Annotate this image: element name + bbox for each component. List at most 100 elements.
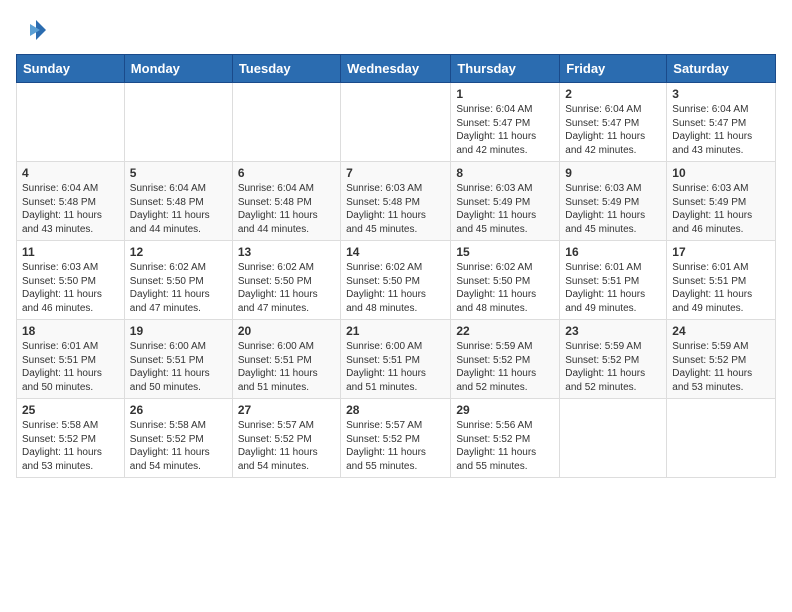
day-number: 15 <box>456 245 554 259</box>
day-info: Sunrise: 6:02 AM Sunset: 5:50 PM Dayligh… <box>238 261 335 315</box>
logo <box>16 16 50 46</box>
calendar-cell: 20 Sunrise: 6:00 AM Sunset: 5:51 PM Dayli… <box>232 320 340 399</box>
calendar-cell: 11 Sunrise: 6:03 AM Sunset: 5:50 PM Dayli… <box>17 241 125 320</box>
day-info: Sunrise: 5:57 AM Sunset: 5:52 PM Dayligh… <box>238 419 335 473</box>
calendar-cell: 18Sunrise: 6:01 AM Sunset: 5:51 PM Dayli… <box>17 320 125 399</box>
day-number: 9 <box>565 166 661 180</box>
calendar-cell: 6 Sunrise: 6:04 AM Sunset: 5:48 PM Daylig… <box>232 162 340 241</box>
calendar-cell: 19 Sunrise: 6:00 AM Sunset: 5:51 PM Dayli… <box>124 320 232 399</box>
calendar-week-3: 18Sunrise: 6:01 AM Sunset: 5:51 PM Dayli… <box>17 320 776 399</box>
calendar-cell: 8 Sunrise: 6:03 AM Sunset: 5:49 PM Daylig… <box>451 162 560 241</box>
day-number: 8 <box>456 166 554 180</box>
day-info: Sunrise: 6:03 AM Sunset: 5:49 PM Dayligh… <box>456 182 554 236</box>
day-number: 18 <box>22 324 119 338</box>
header-friday: Friday <box>560 55 667 83</box>
calendar-cell: 29 Sunrise: 5:56 AM Sunset: 5:52 PM Dayli… <box>451 399 560 478</box>
calendar-cell <box>232 83 340 162</box>
day-number: 22 <box>456 324 554 338</box>
header-wednesday: Wednesday <box>341 55 451 83</box>
calendar-cell: 2 Sunrise: 6:04 AM Sunset: 5:47 PM Daylig… <box>560 83 667 162</box>
calendar-header-row: SundayMondayTuesdayWednesdayThursdayFrid… <box>17 55 776 83</box>
day-info: Sunrise: 6:04 AM Sunset: 5:48 PM Dayligh… <box>130 182 227 236</box>
day-number: 28 <box>346 403 445 417</box>
header <box>16 16 776 46</box>
calendar-cell: 7 Sunrise: 6:03 AM Sunset: 5:48 PM Daylig… <box>341 162 451 241</box>
day-number: 5 <box>130 166 227 180</box>
calendar-cell <box>560 399 667 478</box>
calendar-cell: 27 Sunrise: 5:57 AM Sunset: 5:52 PM Dayli… <box>232 399 340 478</box>
day-number: 20 <box>238 324 335 338</box>
day-number: 3 <box>672 87 770 101</box>
calendar-cell: 22 Sunrise: 5:59 AM Sunset: 5:52 PM Dayli… <box>451 320 560 399</box>
calendar-week-1: 4Sunrise: 6:04 AM Sunset: 5:48 PM Daylig… <box>17 162 776 241</box>
calendar-cell: 24 Sunrise: 5:59 AM Sunset: 5:52 PM Dayli… <box>667 320 776 399</box>
calendar-cell <box>341 83 451 162</box>
calendar-cell: 3 Sunrise: 6:04 AM Sunset: 5:47 PM Daylig… <box>667 83 776 162</box>
day-info: Sunrise: 5:59 AM Sunset: 5:52 PM Dayligh… <box>456 340 554 394</box>
day-number: 10 <box>672 166 770 180</box>
day-number: 12 <box>130 245 227 259</box>
day-number: 2 <box>565 87 661 101</box>
day-number: 13 <box>238 245 335 259</box>
calendar-cell: 1Sunrise: 6:04 AM Sunset: 5:47 PM Daylig… <box>451 83 560 162</box>
calendar-cell: 15 Sunrise: 6:02 AM Sunset: 5:50 PM Dayli… <box>451 241 560 320</box>
calendar-cell: 5 Sunrise: 6:04 AM Sunset: 5:48 PM Daylig… <box>124 162 232 241</box>
calendar-week-0: 1Sunrise: 6:04 AM Sunset: 5:47 PM Daylig… <box>17 83 776 162</box>
day-number: 25 <box>22 403 119 417</box>
day-info: Sunrise: 6:00 AM Sunset: 5:51 PM Dayligh… <box>238 340 335 394</box>
calendar-cell: 9 Sunrise: 6:03 AM Sunset: 5:49 PM Daylig… <box>560 162 667 241</box>
day-info: Sunrise: 6:02 AM Sunset: 5:50 PM Dayligh… <box>130 261 227 315</box>
day-number: 24 <box>672 324 770 338</box>
header-monday: Monday <box>124 55 232 83</box>
day-info: Sunrise: 5:57 AM Sunset: 5:52 PM Dayligh… <box>346 419 445 473</box>
calendar-cell: 25 Sunrise: 5:58 AM Sunset: 5:52 PM Dayli… <box>17 399 125 478</box>
calendar-cell <box>124 83 232 162</box>
day-info: Sunrise: 6:04 AM Sunset: 5:47 PM Dayligh… <box>672 103 770 157</box>
day-number: 6 <box>238 166 335 180</box>
day-info: Sunrise: 5:59 AM Sunset: 5:52 PM Dayligh… <box>565 340 661 394</box>
calendar-cell: 26Sunrise: 5:58 AM Sunset: 5:52 PM Dayli… <box>124 399 232 478</box>
calendar-cell: 17Sunrise: 6:01 AM Sunset: 5:51 PM Dayli… <box>667 241 776 320</box>
day-info: Sunrise: 6:03 AM Sunset: 5:50 PM Dayligh… <box>22 261 119 315</box>
day-number: 11 <box>22 245 119 259</box>
day-info: Sunrise: 6:03 AM Sunset: 5:49 PM Dayligh… <box>565 182 661 236</box>
day-number: 7 <box>346 166 445 180</box>
day-info: Sunrise: 6:03 AM Sunset: 5:48 PM Dayligh… <box>346 182 445 236</box>
day-number: 17 <box>672 245 770 259</box>
calendar-cell <box>667 399 776 478</box>
day-info: Sunrise: 6:04 AM Sunset: 5:48 PM Dayligh… <box>238 182 335 236</box>
day-number: 23 <box>565 324 661 338</box>
day-info: Sunrise: 6:03 AM Sunset: 5:49 PM Dayligh… <box>672 182 770 236</box>
day-info: Sunrise: 6:02 AM Sunset: 5:50 PM Dayligh… <box>456 261 554 315</box>
calendar-cell: 14Sunrise: 6:02 AM Sunset: 5:50 PM Dayli… <box>341 241 451 320</box>
calendar-cell: 13 Sunrise: 6:02 AM Sunset: 5:50 PM Dayli… <box>232 241 340 320</box>
calendar-week-2: 11 Sunrise: 6:03 AM Sunset: 5:50 PM Dayli… <box>17 241 776 320</box>
day-number: 29 <box>456 403 554 417</box>
day-info: Sunrise: 5:59 AM Sunset: 5:52 PM Dayligh… <box>672 340 770 394</box>
day-info: Sunrise: 6:04 AM Sunset: 5:48 PM Dayligh… <box>22 182 119 236</box>
calendar-cell: 4Sunrise: 6:04 AM Sunset: 5:48 PM Daylig… <box>17 162 125 241</box>
day-info: Sunrise: 6:01 AM Sunset: 5:51 PM Dayligh… <box>565 261 661 315</box>
day-number: 21 <box>346 324 445 338</box>
day-info: Sunrise: 6:02 AM Sunset: 5:50 PM Dayligh… <box>346 261 445 315</box>
header-saturday: Saturday <box>667 55 776 83</box>
day-info: Sunrise: 5:58 AM Sunset: 5:52 PM Dayligh… <box>130 419 227 473</box>
header-thursday: Thursday <box>451 55 560 83</box>
day-info: Sunrise: 5:58 AM Sunset: 5:52 PM Dayligh… <box>22 419 119 473</box>
day-info: Sunrise: 6:00 AM Sunset: 5:51 PM Dayligh… <box>130 340 227 394</box>
day-info: Sunrise: 6:04 AM Sunset: 5:47 PM Dayligh… <box>456 103 554 157</box>
calendar-cell: 12 Sunrise: 6:02 AM Sunset: 5:50 PM Dayli… <box>124 241 232 320</box>
day-info: Sunrise: 5:56 AM Sunset: 5:52 PM Dayligh… <box>456 419 554 473</box>
calendar-cell: 23 Sunrise: 5:59 AM Sunset: 5:52 PM Dayli… <box>560 320 667 399</box>
day-number: 16 <box>565 245 661 259</box>
calendar-week-4: 25 Sunrise: 5:58 AM Sunset: 5:52 PM Dayli… <box>17 399 776 478</box>
calendar-cell: 10 Sunrise: 6:03 AM Sunset: 5:49 PM Dayli… <box>667 162 776 241</box>
header-tuesday: Tuesday <box>232 55 340 83</box>
day-info: Sunrise: 6:04 AM Sunset: 5:47 PM Dayligh… <box>565 103 661 157</box>
calendar-cell: 21Sunrise: 6:00 AM Sunset: 5:51 PM Dayli… <box>341 320 451 399</box>
day-number: 27 <box>238 403 335 417</box>
calendar-cell <box>17 83 125 162</box>
day-number: 19 <box>130 324 227 338</box>
logo-icon <box>16 16 46 46</box>
calendar: SundayMondayTuesdayWednesdayThursdayFrid… <box>16 54 776 478</box>
